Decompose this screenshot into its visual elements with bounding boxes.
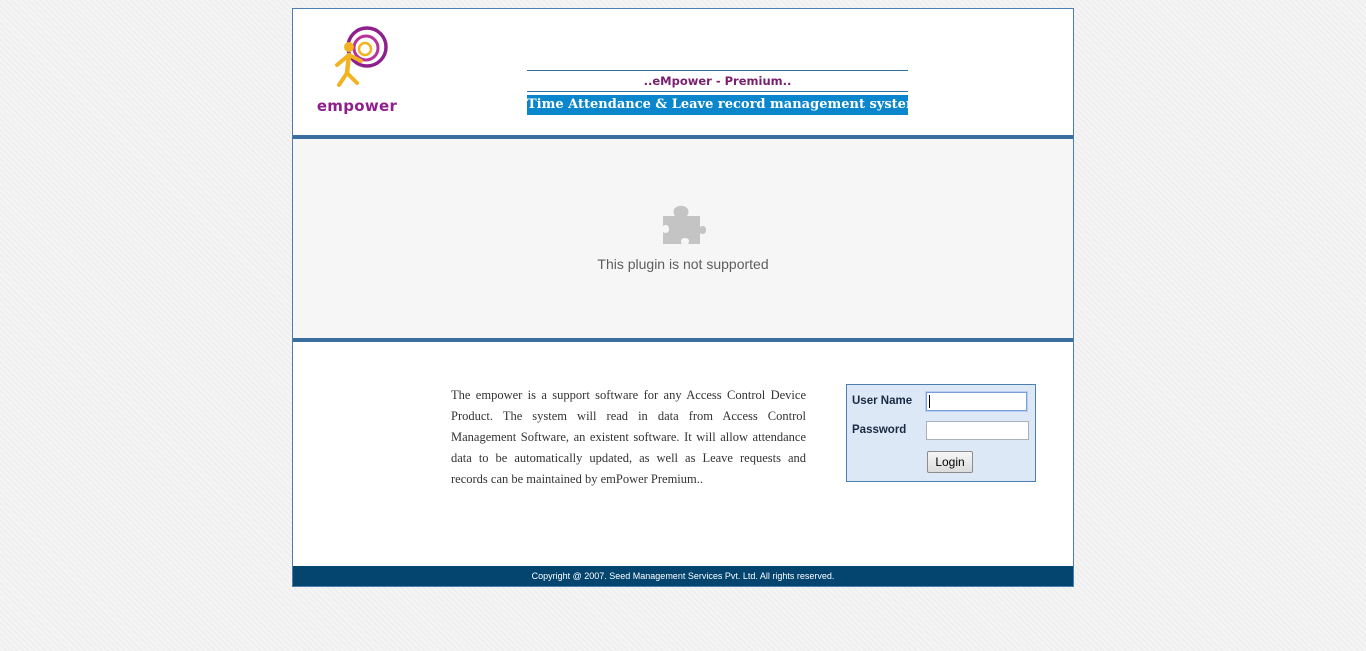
plugin-unsupported-message: This plugin is not supported — [597, 256, 769, 272]
login-button[interactable]: Login — [927, 451, 973, 473]
puzzle-piece-icon — [663, 205, 706, 244]
username-input[interactable] — [926, 392, 1027, 411]
password-input[interactable] — [926, 421, 1029, 440]
product-tagline: Time Attendance & Leave record managemen… — [527, 95, 920, 115]
header: empower ..eMpower - Premium.. Time Atten… — [293, 9, 1073, 135]
logo-wordmark: empower — [316, 97, 398, 115]
footer-copyright: Copyright @ 2007. Seed Management Servic… — [293, 566, 1073, 586]
page-container: empower ..eMpower - Premium.. Time Atten… — [292, 8, 1074, 587]
product-subtitle: ..eMpower - Premium.. — [643, 74, 792, 88]
plugin-placeholder: This plugin is not supported — [293, 139, 1073, 338]
product-description: The empower is a support software for an… — [451, 388, 806, 486]
login-panel: User Name Password Login — [846, 384, 1036, 482]
content-divider-band — [293, 338, 1073, 342]
empower-logo: empower — [311, 25, 403, 117]
username-label: User Name — [852, 395, 913, 407]
password-label: Password — [852, 424, 907, 436]
text-caret — [929, 395, 930, 408]
logo-emblem-icon — [335, 26, 388, 87]
title-block: ..eMpower - Premium.. Time Attendance & … — [527, 70, 920, 115]
title-divider-bottom — [527, 91, 908, 92]
